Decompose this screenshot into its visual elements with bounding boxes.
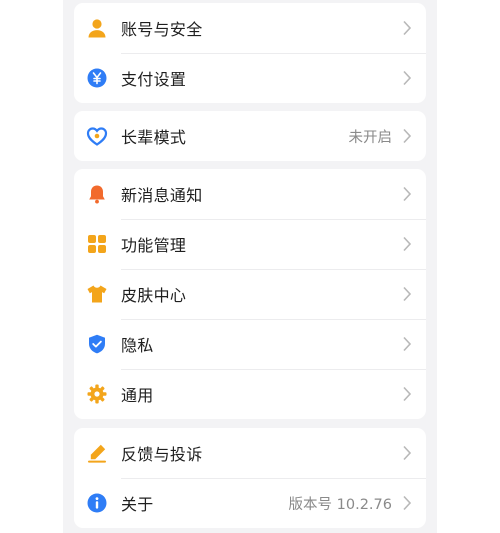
chevron-right-icon	[402, 286, 412, 302]
settings-item-about[interactable]: 关于 版本号 10.2.76	[74, 478, 426, 528]
settings-item-label: 关于	[121, 495, 154, 514]
gear-icon	[86, 383, 108, 405]
settings-item-feature-management[interactable]: 功能管理	[74, 219, 426, 269]
chevron-right-icon	[402, 386, 412, 402]
chevron-right-icon	[402, 495, 412, 511]
settings-item-privacy[interactable]: 隐私	[74, 319, 426, 369]
settings-item-label: 账号与安全	[121, 20, 203, 39]
tshirt-icon	[86, 283, 108, 305]
settings-item-label: 支付设置	[121, 70, 187, 89]
yen-icon	[86, 67, 108, 89]
settings-item-label: 新消息通知	[121, 186, 203, 205]
person-icon	[86, 17, 108, 39]
settings-group-about: 反馈与投诉 关于 版本号 10.2.76	[74, 428, 426, 528]
settings-group-elder: 长辈模式 未开启	[74, 111, 426, 161]
settings-group-account: 账号与安全 支付设置	[74, 3, 426, 103]
chevron-right-icon	[402, 445, 412, 461]
pen-icon	[86, 442, 108, 464]
bell-icon	[86, 183, 108, 205]
chevron-right-icon	[402, 186, 412, 202]
settings-item-elder-mode[interactable]: 长辈模式 未开启	[74, 111, 426, 161]
chevron-right-icon	[402, 128, 412, 144]
heart-care-icon	[86, 125, 108, 147]
settings-item-label: 通用	[121, 386, 154, 405]
settings-panel: 账号与安全 支付设置 长辈模式 未开启 新消息通知 功能管理 皮肤中心 隐私 通…	[63, 0, 437, 533]
settings-item-notifications[interactable]: 新消息通知	[74, 169, 426, 219]
chevron-right-icon	[402, 20, 412, 36]
chevron-right-icon	[402, 70, 412, 86]
settings-item-label: 反馈与投诉	[121, 445, 203, 464]
grid-icon	[86, 233, 108, 255]
settings-group-general: 新消息通知 功能管理 皮肤中心 隐私 通用	[74, 169, 426, 419]
settings-item-label: 隐私	[121, 336, 154, 355]
settings-item-label: 皮肤中心	[121, 286, 187, 305]
settings-item-label: 功能管理	[121, 236, 187, 255]
settings-item-account-security[interactable]: 账号与安全	[74, 3, 426, 53]
settings-item-feedback[interactable]: 反馈与投诉	[74, 428, 426, 478]
elder-mode-status: 未开启	[348, 129, 393, 146]
chevron-right-icon	[402, 336, 412, 352]
settings-item-payment[interactable]: 支付设置	[74, 53, 426, 103]
chevron-right-icon	[402, 236, 412, 252]
settings-item-general[interactable]: 通用	[74, 369, 426, 419]
shield-check-icon	[86, 333, 108, 355]
info-icon	[86, 492, 108, 514]
settings-item-skin-center[interactable]: 皮肤中心	[74, 269, 426, 319]
settings-item-label: 长辈模式	[121, 128, 187, 147]
version-number: 版本号 10.2.76	[288, 496, 392, 513]
